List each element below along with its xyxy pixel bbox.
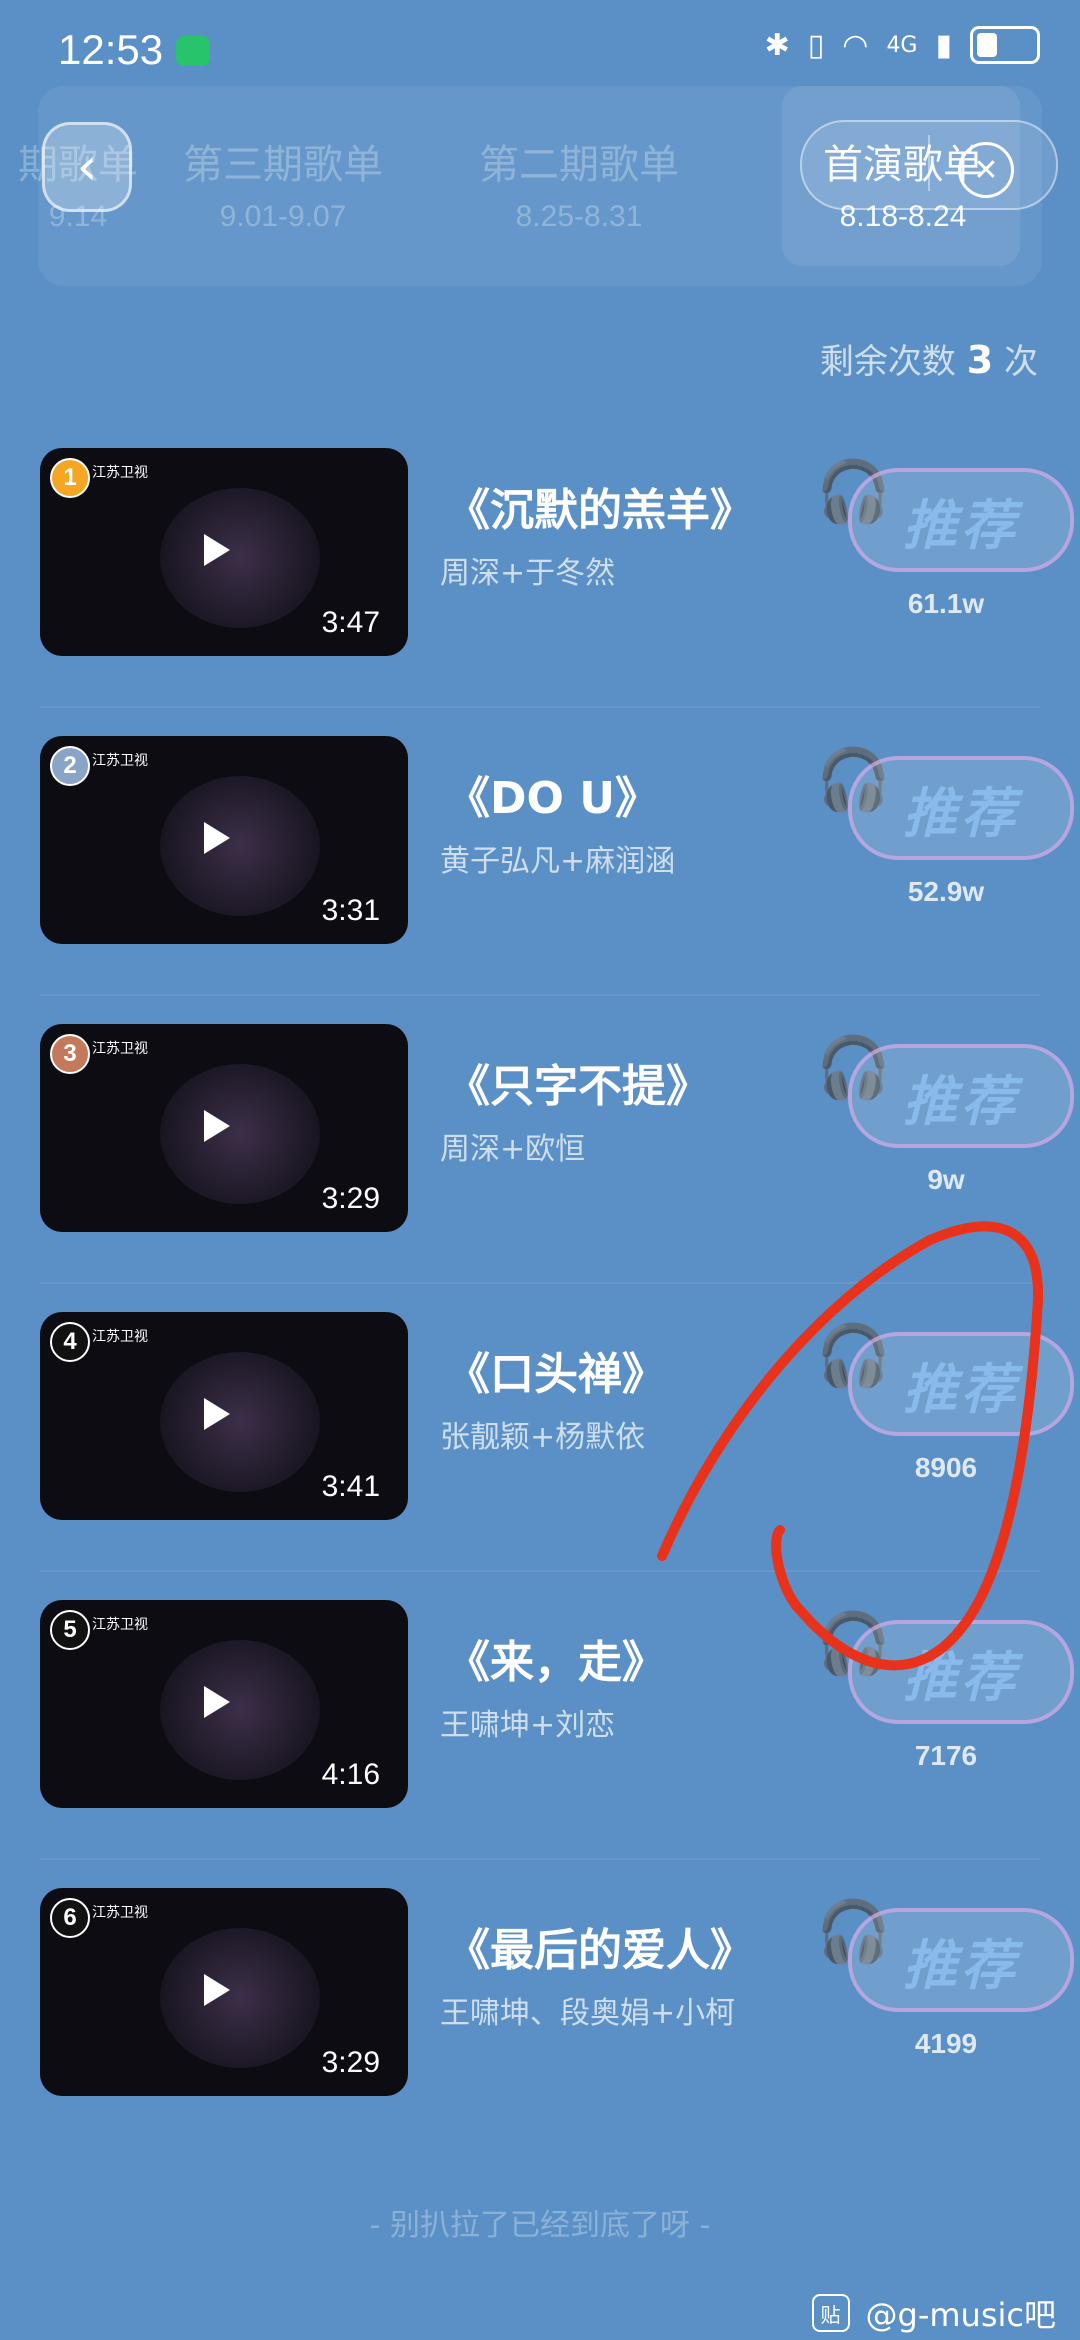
clock: 12:53 xyxy=(58,26,164,73)
video-thumbnail[interactable]: 1 江苏卫视 3:47 xyxy=(40,448,408,656)
channel-logo: 江苏卫视 xyxy=(92,465,148,481)
song-artists: 周深+于冬然 xyxy=(440,556,616,591)
rank-badge: 3 xyxy=(50,1034,90,1074)
recommend-button[interactable]: 推荐 xyxy=(848,1044,1074,1148)
remaining-votes: 剩余次数 3 次 xyxy=(820,334,1038,383)
video-duration: 3:41 xyxy=(321,1470,380,1503)
wechat-notification-icon xyxy=(176,36,210,66)
vote-count: 61.1w xyxy=(907,588,985,619)
vote-count: 7176 xyxy=(914,1740,978,1771)
status-icons: ✱ ▯ ◠ 4G ▮ xyxy=(765,26,1040,64)
vote-count: 52.9w xyxy=(907,876,985,907)
tab-date: 8.25-8.31 xyxy=(515,200,643,233)
wifi-icon: ◠ xyxy=(842,27,869,63)
play-icon xyxy=(204,1110,230,1142)
song-row: 6 江苏卫视 3:29 《最后的爱人》 王啸坤、段奥娟+小柯 🎧 推荐 4199 xyxy=(0,1860,1080,2148)
video-thumbnail[interactable]: 5 江苏卫视 4:16 xyxy=(40,1600,408,1808)
channel-logo: 江苏卫视 xyxy=(92,1617,148,1633)
video-duration: 4:16 xyxy=(321,1758,380,1791)
recommend-button[interactable]: 推荐 xyxy=(848,756,1074,860)
video-duration: 3:31 xyxy=(321,894,380,927)
channel-logo: 江苏卫视 xyxy=(92,1329,148,1345)
rank-badge: 6 xyxy=(50,1898,90,1938)
play-icon xyxy=(204,1974,230,2006)
play-icon xyxy=(204,822,230,854)
battery-icon xyxy=(970,26,1040,64)
rank-badge: 2 xyxy=(50,746,90,786)
rank-badge: 4 xyxy=(50,1322,90,1362)
song-title: 《最后的爱人》 xyxy=(446,1925,754,1976)
song-title: 《口头禅》 xyxy=(446,1349,666,1400)
song-artists: 王啸坤、段奥娟+小柯 xyxy=(440,1996,736,2031)
vote-count: 8906 xyxy=(914,1452,978,1483)
capsule-divider xyxy=(928,135,930,191)
video-thumbnail[interactable]: 6 江苏卫视 3:29 xyxy=(40,1888,408,2096)
watermark: 贴 @g-music吧 xyxy=(811,2290,1056,2336)
tab-date: 9.01-9.07 xyxy=(219,200,347,233)
close-button[interactable]: ✕ xyxy=(958,142,1014,198)
watermark-text: @g-music吧 xyxy=(865,2296,1056,2334)
back-button[interactable]: ‹ xyxy=(42,122,132,212)
chevron-left-icon: ‹ xyxy=(76,137,98,197)
song-artists: 张靓颖+杨默依 xyxy=(440,1420,646,1455)
song-artists: 周深+欧恒 xyxy=(440,1132,586,1167)
end-of-list-note: - 别扒拉了已经到底了呀 - xyxy=(369,2208,711,2243)
tab-third-period[interactable]: 第三期歌单 9.01-9.07 xyxy=(138,132,428,234)
remaining-label: 剩余次数 xyxy=(819,342,956,382)
vibrate-icon: ▯ xyxy=(807,27,825,63)
song-title: 《来，走》 xyxy=(446,1637,666,1688)
remaining-count: 3 xyxy=(966,338,994,382)
network-type: 4G xyxy=(886,32,918,58)
signal-icon: ▮ xyxy=(935,27,952,63)
tab-second-period[interactable]: 第二期歌单 8.25-8.31 xyxy=(434,132,724,234)
video-duration: 3:29 xyxy=(321,2046,380,2079)
song-artists: 王啸坤+刘恋 xyxy=(440,1708,616,1743)
recommend-button[interactable]: 推荐 xyxy=(848,1908,1074,2012)
rank-badge: 1 xyxy=(50,458,90,498)
video-thumbnail[interactable]: 4 江苏卫视 3:41 xyxy=(40,1312,408,1520)
remaining-unit: 次 xyxy=(1004,342,1038,382)
channel-logo: 江苏卫视 xyxy=(92,753,148,769)
video-thumbnail[interactable]: 2 江苏卫视 3:31 xyxy=(40,736,408,944)
song-artists: 黄子弘凡+麻润涵 xyxy=(440,844,676,879)
recommend-button[interactable]: 推荐 xyxy=(848,468,1074,572)
song-title: 《只字不提》 xyxy=(446,1061,710,1112)
tab-title: 第二期歌单 xyxy=(479,142,679,188)
song-title: 《DO U》 xyxy=(446,773,659,824)
status-bar: 12:53 ✱ ▯ ◠ 4G ▮ xyxy=(0,0,1080,100)
song-row: 2 江苏卫视 3:31 《DO U》 黄子弘凡+麻润涵 🎧 推荐 52.9w xyxy=(0,708,1080,996)
vote-count: 9w xyxy=(927,1164,965,1195)
channel-logo: 江苏卫视 xyxy=(92,1905,148,1921)
channel-logo: 江苏卫视 xyxy=(92,1041,148,1057)
recommend-button[interactable]: 推荐 xyxy=(848,1620,1074,1724)
close-icon: ✕ xyxy=(973,152,999,188)
video-thumbnail[interactable]: 3 江苏卫视 3:29 xyxy=(40,1024,408,1232)
recommend-button[interactable]: 推荐 xyxy=(848,1332,1074,1436)
play-icon xyxy=(204,534,230,566)
video-duration: 3:29 xyxy=(321,1182,380,1215)
tieba-icon: 贴 xyxy=(811,2294,850,2332)
song-title: 《沉默的羔羊》 xyxy=(446,485,754,536)
song-row: 5 江苏卫视 4:16 《来，走》 王啸坤+刘恋 🎧 推荐 7176 xyxy=(0,1572,1080,1860)
tab-title: 第三期歌单 xyxy=(183,142,383,188)
song-row: 3 江苏卫视 3:29 《只字不提》 周深+欧恒 🎧 推荐 9w xyxy=(0,996,1080,1284)
vote-count: 4199 xyxy=(914,2028,978,2059)
song-row: 1 江苏卫视 3:47 《沉默的羔羊》 周深+于冬然 🎧 推荐 61.1w xyxy=(0,420,1080,708)
play-icon xyxy=(204,1398,230,1430)
rank-badge: 5 xyxy=(50,1610,90,1650)
video-duration: 3:47 xyxy=(321,606,380,639)
bluetooth-icon: ✱ xyxy=(764,27,790,63)
song-row: 4 江苏卫视 3:41 《口头禅》 张靓颖+杨默依 🎧 推荐 8906 xyxy=(0,1284,1080,1572)
play-icon xyxy=(204,1686,230,1718)
